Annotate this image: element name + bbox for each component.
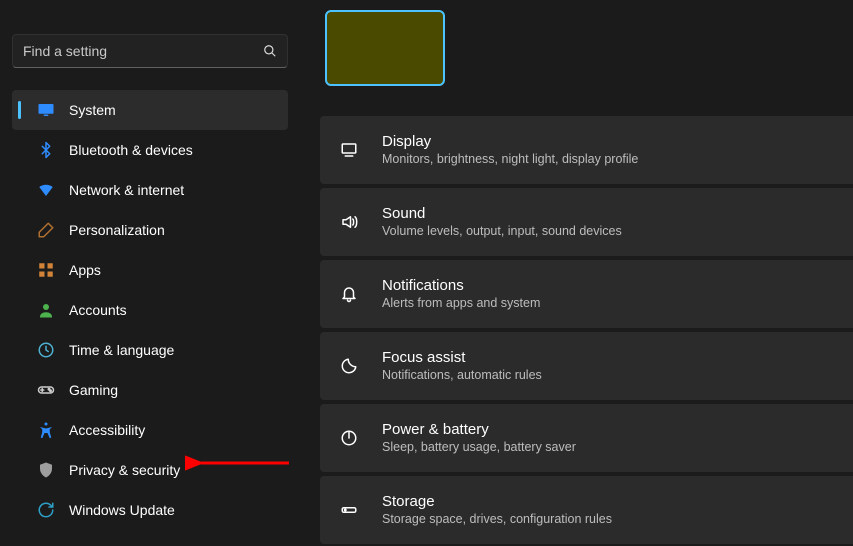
sidebar-item-bluetooth[interactable]: Bluetooth & devices bbox=[12, 130, 288, 170]
card-title: Display bbox=[382, 132, 638, 152]
card-text: Power & battery Sleep, battery usage, ba… bbox=[382, 420, 576, 457]
sidebar-item-label: Time & language bbox=[69, 342, 174, 358]
card-subtitle: Volume levels, output, input, sound devi… bbox=[382, 223, 622, 241]
shield-icon bbox=[37, 461, 55, 479]
sidebar-item-label: Windows Update bbox=[69, 502, 175, 518]
card-title: Sound bbox=[382, 204, 622, 224]
bell-icon bbox=[338, 283, 360, 305]
card-subtitle: Notifications, automatic rules bbox=[382, 367, 542, 385]
accent-bar bbox=[18, 221, 21, 239]
sidebar-item-label: Bluetooth & devices bbox=[69, 142, 193, 158]
sidebar-item-label: Apps bbox=[69, 262, 101, 278]
card-subtitle: Storage space, drives, configuration rul… bbox=[382, 511, 612, 529]
sidebar-item-time[interactable]: Time & language bbox=[12, 330, 288, 370]
monitor-icon bbox=[37, 101, 55, 119]
card-text: Sound Volume levels, output, input, soun… bbox=[382, 204, 622, 241]
sidebar: System Bluetooth & devices Network & int… bbox=[0, 0, 300, 546]
display-preview-thumb[interactable] bbox=[325, 10, 445, 86]
user-row bbox=[12, 10, 288, 24]
settings-cards: Display Monitors, brightness, night ligh… bbox=[320, 116, 853, 544]
accent-bar bbox=[18, 381, 21, 399]
card-storage[interactable]: Storage Storage space, drives, configura… bbox=[320, 476, 853, 544]
gamepad-icon bbox=[37, 381, 55, 399]
moon-icon bbox=[338, 355, 360, 377]
brush-icon bbox=[37, 221, 55, 239]
sidebar-item-label: Gaming bbox=[69, 382, 118, 398]
accent-bar bbox=[18, 461, 21, 479]
sidebar-item-gaming[interactable]: Gaming bbox=[12, 370, 288, 410]
search-input[interactable] bbox=[23, 43, 263, 59]
clock-icon bbox=[37, 341, 55, 359]
user-icon bbox=[37, 301, 55, 319]
card-title: Power & battery bbox=[382, 420, 576, 440]
card-display[interactable]: Display Monitors, brightness, night ligh… bbox=[320, 116, 853, 184]
accent-bar bbox=[18, 501, 21, 519]
card-subtitle: Alerts from apps and system bbox=[382, 295, 540, 313]
sidebar-item-label: System bbox=[69, 102, 116, 118]
update-icon bbox=[37, 501, 55, 519]
card-text: Display Monitors, brightness, night ligh… bbox=[382, 132, 638, 169]
speaker-icon bbox=[338, 211, 360, 233]
card-sound[interactable]: Sound Volume levels, output, input, soun… bbox=[320, 188, 853, 256]
card-power[interactable]: Power & battery Sleep, battery usage, ba… bbox=[320, 404, 853, 472]
bluetooth-icon bbox=[37, 141, 55, 159]
sidebar-item-label: Network & internet bbox=[69, 182, 184, 198]
card-title: Focus assist bbox=[382, 348, 542, 368]
card-subtitle: Monitors, brightness, night light, displ… bbox=[382, 151, 638, 169]
power-icon bbox=[338, 427, 360, 449]
accent-bar bbox=[18, 101, 21, 119]
sidebar-item-accounts[interactable]: Accounts bbox=[12, 290, 288, 330]
card-title: Storage bbox=[382, 492, 612, 512]
accent-bar bbox=[18, 301, 21, 319]
card-focus[interactable]: Focus assist Notifications, automatic ru… bbox=[320, 332, 853, 400]
drive-icon bbox=[338, 499, 360, 521]
accent-bar bbox=[18, 341, 21, 359]
sidebar-item-access[interactable]: Accessibility bbox=[12, 410, 288, 450]
monitor-outline-icon bbox=[338, 139, 360, 161]
accent-bar bbox=[18, 181, 21, 199]
card-text: Focus assist Notifications, automatic ru… bbox=[382, 348, 542, 385]
card-text: Notifications Alerts from apps and syste… bbox=[382, 276, 540, 313]
card-text: Storage Storage space, drives, configura… bbox=[382, 492, 612, 529]
sidebar-item-label: Personalization bbox=[69, 222, 165, 238]
card-notif[interactable]: Notifications Alerts from apps and syste… bbox=[320, 260, 853, 328]
access-icon bbox=[37, 421, 55, 439]
sidebar-item-label: Privacy & security bbox=[69, 462, 180, 478]
nav-list: System Bluetooth & devices Network & int… bbox=[12, 90, 288, 530]
sidebar-item-system[interactable]: System bbox=[12, 90, 288, 130]
sidebar-item-label: Accessibility bbox=[69, 422, 145, 438]
sidebar-item-update[interactable]: Windows Update bbox=[12, 490, 288, 530]
accent-bar bbox=[18, 261, 21, 279]
card-subtitle: Sleep, battery usage, battery saver bbox=[382, 439, 576, 457]
accent-bar bbox=[18, 421, 21, 439]
sidebar-item-personal[interactable]: Personalization bbox=[12, 210, 288, 250]
sidebar-item-network[interactable]: Network & internet bbox=[12, 170, 288, 210]
sidebar-item-privacy[interactable]: Privacy & security bbox=[12, 450, 288, 490]
wifi-icon bbox=[37, 181, 55, 199]
sidebar-item-label: Accounts bbox=[69, 302, 127, 318]
search-icon bbox=[263, 44, 277, 58]
search-box[interactable] bbox=[12, 34, 288, 68]
accent-bar bbox=[18, 141, 21, 159]
card-title: Notifications bbox=[382, 276, 540, 296]
apps-icon bbox=[37, 261, 55, 279]
sidebar-item-apps[interactable]: Apps bbox=[12, 250, 288, 290]
content: Display Monitors, brightness, night ligh… bbox=[300, 0, 853, 546]
